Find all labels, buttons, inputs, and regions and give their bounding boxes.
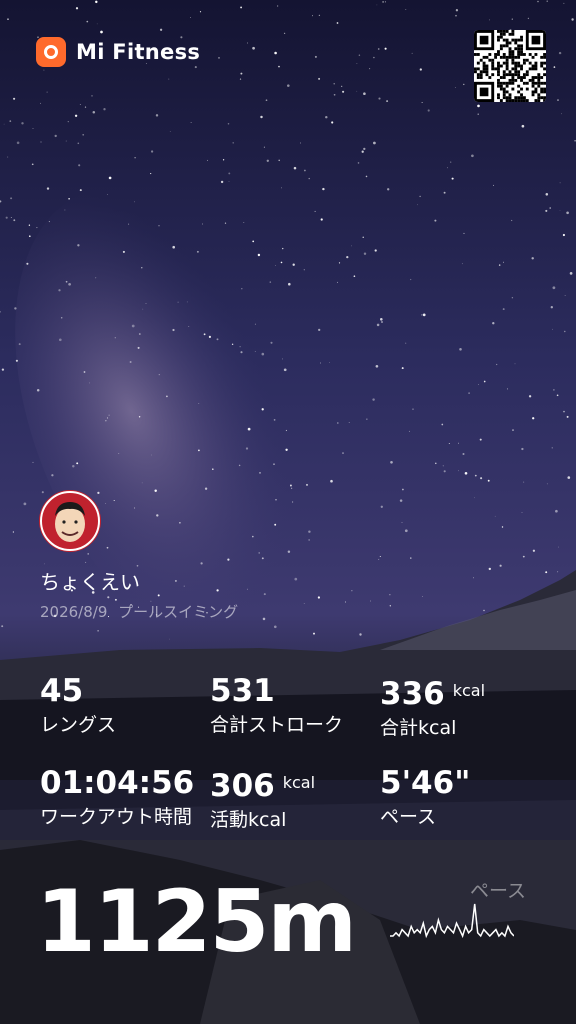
stat-total-kcal: 336 kcal 合計kcal	[380, 674, 485, 740]
stat-unit: kcal	[452, 681, 486, 700]
stat-value: 336 kcal	[380, 676, 486, 712]
stat-unit: kcal	[282, 773, 316, 792]
app-brand: Mi Fitness	[36, 36, 200, 68]
app-name: Mi Fitness	[76, 40, 201, 64]
stat-label: 活動kcal	[210, 809, 287, 831]
stat-workout-time: 01:04:56 ワークアウト時間	[40, 766, 194, 829]
workout-date: 2026/8/9	[40, 603, 108, 621]
pace-chart	[390, 903, 514, 939]
pace-chart-label: ペース	[470, 880, 527, 902]
distance-total: 1125m	[36, 872, 357, 972]
stat-label: 合計ストローク	[210, 714, 344, 736]
stat-value: 45	[40, 673, 84, 709]
stat-value: 5'46"	[380, 765, 471, 801]
stat-value: 306 kcal	[210, 768, 316, 804]
qr-code[interactable]	[474, 30, 546, 102]
workout-type: プールスイミング	[118, 603, 239, 621]
stat-active-kcal: 306 kcal 活動kcal	[210, 766, 315, 832]
stat-label: レングス	[40, 714, 117, 736]
stat-label: 合計kcal	[380, 717, 457, 739]
user-name: ちょくえい	[40, 570, 140, 594]
pace-line	[390, 903, 514, 939]
stat-value: 531	[210, 673, 275, 709]
workout-meta: 2026/8/9 プールスイミング	[40, 601, 238, 622]
mi-fitness-logo-icon	[36, 37, 66, 67]
stat-laps: 45 レングス	[40, 674, 116, 737]
stat-pace: 5'46" ペース	[380, 766, 470, 829]
stat-label: ペース	[380, 806, 437, 828]
stat-label: ワークアウト時間	[40, 806, 193, 828]
stat-value: 01:04:56	[40, 765, 195, 801]
avatar[interactable]	[39, 490, 101, 552]
stat-strokes: 531 合計ストローク	[210, 674, 343, 737]
